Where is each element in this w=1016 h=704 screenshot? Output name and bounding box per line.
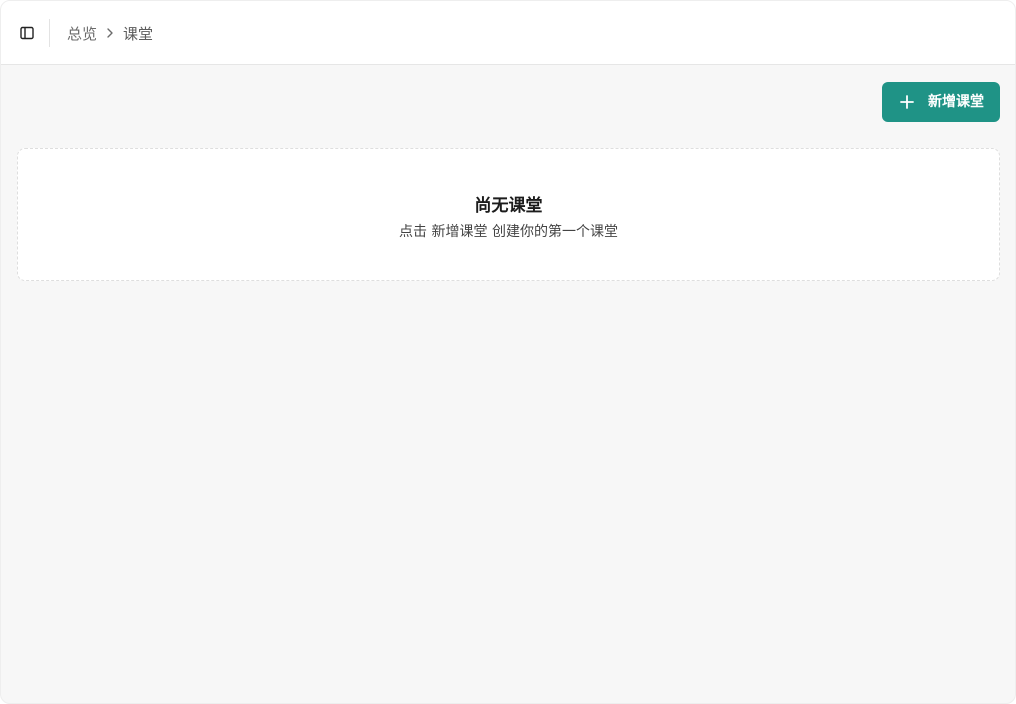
sidebar-toggle-button[interactable] <box>13 19 41 47</box>
app-window: 总览 课堂 新增课堂 尚无课堂 点击 新增课堂 创建你的第一个课堂 <box>0 0 1016 704</box>
empty-state-card: 尚无课堂 点击 新增课堂 创建你的第一个课堂 <box>17 148 1000 281</box>
plus-icon <box>900 95 914 109</box>
top-header: 总览 课堂 <box>1 1 1015 65</box>
empty-state-title: 尚无课堂 <box>474 196 543 216</box>
breadcrumb-overview-link[interactable]: 总览 <box>67 23 97 44</box>
empty-state-description: 点击 新增课堂 创建你的第一个课堂 <box>399 224 618 240</box>
add-classroom-button-label: 新增课堂 <box>928 94 984 110</box>
header-divider <box>49 19 50 47</box>
sidebar-panel-icon <box>20 26 34 40</box>
chevron-right-icon <box>97 21 123 45</box>
breadcrumb-current-page: 课堂 <box>123 24 154 43</box>
breadcrumb: 总览 课堂 <box>67 21 153 45</box>
add-classroom-button[interactable]: 新增课堂 <box>882 82 1000 122</box>
